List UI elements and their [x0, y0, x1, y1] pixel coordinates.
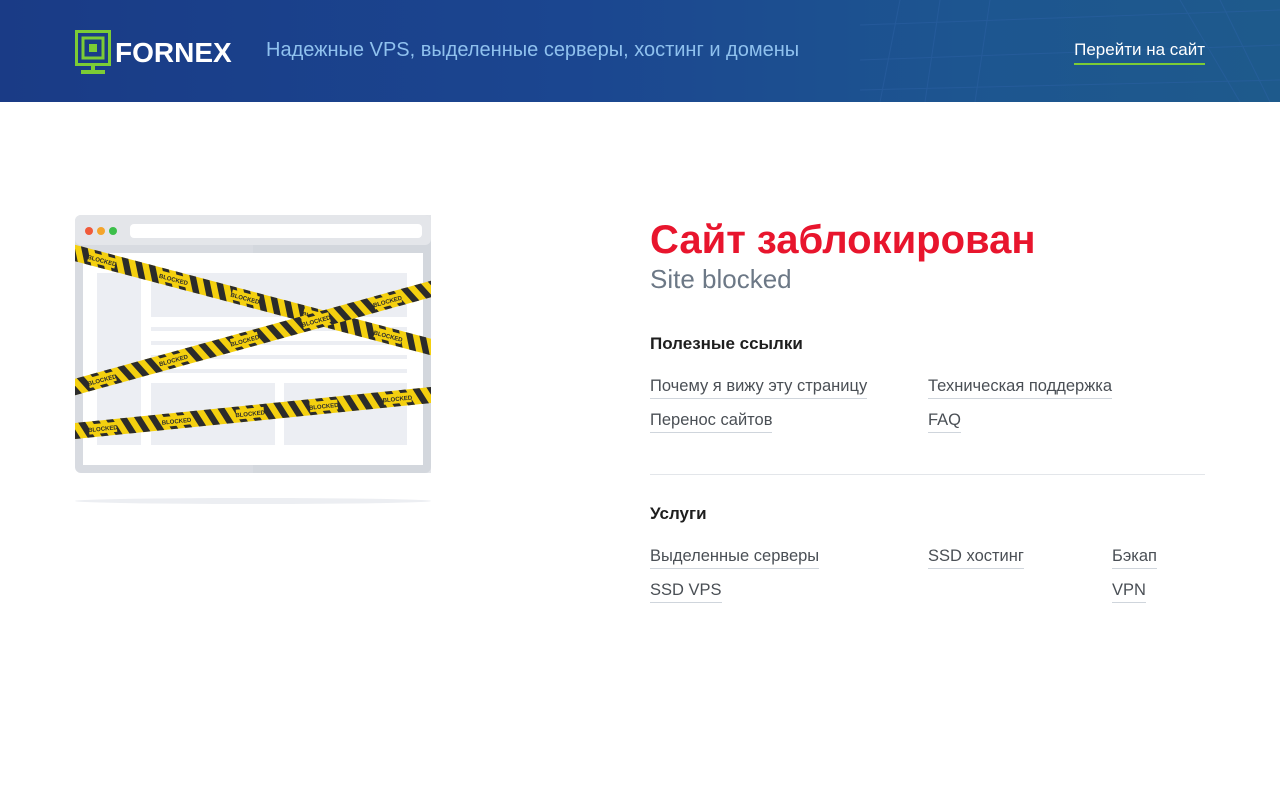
- top-header: FORNEX Надежные VPS, выделенные серверы,…: [0, 0, 1280, 102]
- link-why-this-page[interactable]: Почему я вижу эту страницу: [650, 376, 868, 399]
- link-tech-support[interactable]: Техническая поддержка: [928, 376, 1112, 399]
- services-heading: Услуги: [650, 504, 707, 523]
- link-ssd-vps[interactable]: SSD VPS: [650, 580, 722, 603]
- goto-site-link[interactable]: Перейти на сайт: [1074, 39, 1205, 65]
- header-tagline: Надежные VPS, выделенные серверы, хостин…: [266, 39, 800, 61]
- logo-wordmark: FORNEX: [115, 36, 232, 68]
- browser-address-bar: [130, 224, 422, 238]
- logo-mark-icon: [75, 30, 111, 74]
- link-dedicated-servers[interactable]: Выделенные серверы: [650, 546, 820, 569]
- page-title: Сайт заблокирован: [650, 218, 1036, 262]
- link-backup[interactable]: Бэкап: [1112, 546, 1157, 569]
- section-divider: [650, 474, 1205, 475]
- link-vpn[interactable]: VPN: [1112, 580, 1146, 603]
- main-content: Сайт заблокирован Site blocked Полезные …: [650, 215, 1205, 603]
- fornex-logo[interactable]: FORNEX: [75, 30, 232, 75]
- page-subtitle: Site blocked: [650, 264, 792, 294]
- window-maximize-dot-icon: [109, 227, 117, 235]
- link-site-migration[interactable]: Перенос сайтов: [650, 410, 773, 433]
- useful-links-heading: Полезные ссылки: [650, 334, 803, 353]
- window-close-dot-icon: [85, 227, 93, 235]
- blocked-site-illustration: BLOCKEDBLOCKEDBLOCKEDBLOCKEDBLOCKEDBLOCK…: [75, 215, 431, 504]
- window-minimize-dot-icon: [97, 227, 105, 235]
- link-faq[interactable]: FAQ: [928, 410, 962, 433]
- illustration-shadow: [75, 498, 431, 504]
- link-ssd-hosting[interactable]: SSD хостинг: [928, 546, 1024, 569]
